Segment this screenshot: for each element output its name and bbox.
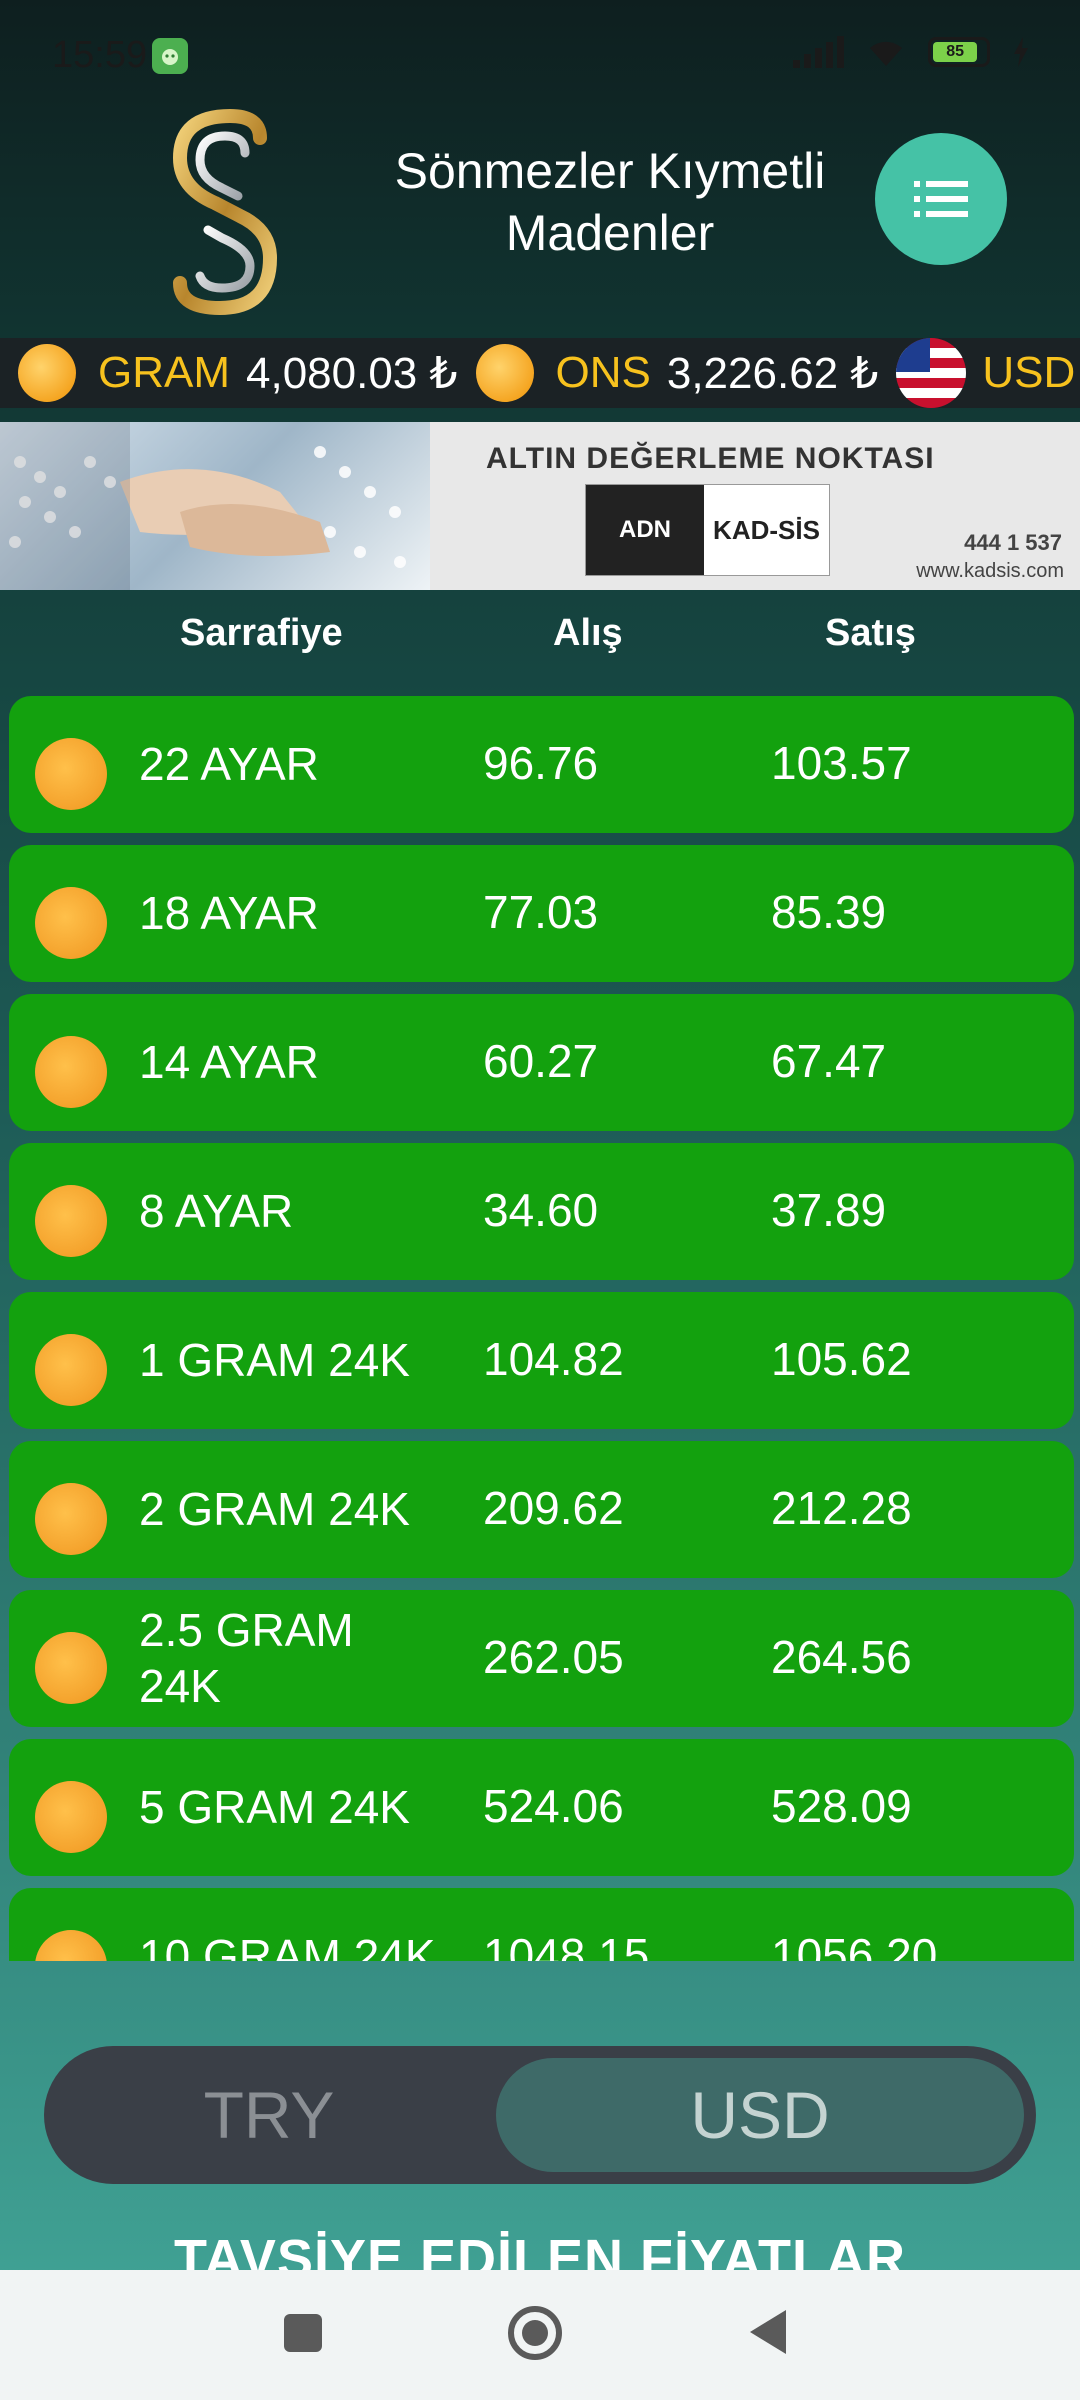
ticker-name: ONS — [555, 348, 651, 397]
currency-toggle[interactable]: TRY USD — [44, 2046, 1036, 2184]
battery-icon: 85 — [928, 37, 990, 67]
item-buy-price: 262.05 — [483, 1631, 624, 1683]
status-indicators: 85 — [793, 36, 1030, 68]
list-item[interactable]: 10 GRAM 24K 1048.15 1056.20 — [9, 1888, 1074, 1961]
list-item[interactable]: 18 AYAR 77.03 85.39 — [9, 845, 1074, 982]
coin-icon — [35, 1185, 107, 1257]
ticker-value: 3,226.62 ₺ — [666, 348, 879, 398]
list-icon — [914, 181, 968, 217]
item-buy-price: 209.62 — [483, 1482, 624, 1534]
item-sell-price: 212.28 — [771, 1482, 912, 1534]
column-header-sell: Satış — [825, 612, 916, 654]
banner-logo-kadsis: KAD-SİS — [713, 514, 820, 545]
banner-url: www.kadsis.com — [916, 560, 1064, 582]
item-sell-price: 103.57 — [771, 737, 912, 789]
system-nav-bar — [0, 2270, 1080, 2400]
ticker-item-gram: GRAM 4,080.03 ₺ — [18, 344, 458, 402]
list-item[interactable]: 5 GRAM 24K 524.06 528.09 — [9, 1739, 1074, 1876]
logo-icon — [172, 108, 278, 316]
coin-icon — [18, 344, 76, 402]
coin-icon — [35, 1781, 107, 1853]
banner-logo: ADN KAD-SİS — [585, 484, 830, 576]
coin-icon — [475, 344, 534, 402]
column-header-buy: Alış — [553, 612, 623, 654]
item-name: 1 GRAM 24K — [139, 1334, 410, 1386]
signal-icon — [793, 36, 844, 68]
item-name: 8 AYAR — [139, 1185, 294, 1237]
item-name: 10 GRAM 24K — [139, 1930, 436, 1961]
list-item[interactable]: 1 GRAM 24K 104.82 105.62 — [9, 1292, 1074, 1429]
battery-level: 85 — [933, 42, 978, 62]
item-sell-price: 85.39 — [771, 886, 887, 938]
item-sell-price: 105.62 — [771, 1333, 912, 1385]
column-header-name: Sarrafiye — [180, 612, 343, 654]
us-flag-icon — [896, 338, 967, 408]
notification-app-icon — [152, 38, 188, 74]
app-header: Sönmezler Kıymetli Madenler — [0, 100, 1080, 330]
ticker-item-ons: ONS 3,226.62 ₺ — [475, 344, 879, 402]
list-item[interactable]: 8 AYAR 34.60 37.89 — [9, 1143, 1074, 1280]
ad-banner[interactable]: ALTIN DEĞERLEME NOKTASI ADN KAD-SİS 444 … — [0, 422, 1080, 590]
coin-icon — [35, 1036, 107, 1108]
charging-icon — [1014, 37, 1028, 67]
wifi-icon — [870, 41, 902, 66]
home-button[interactable] — [508, 2306, 562, 2360]
app-title-line2: Madenler — [505, 205, 715, 261]
ticker-name: GRAM — [98, 348, 230, 397]
item-sell-price: 264.56 — [771, 1631, 912, 1683]
item-name: 14 AYAR — [139, 1036, 319, 1088]
item-sell-price: 67.47 — [771, 1035, 887, 1087]
banner-title: ALTIN DEĞERLEME NOKTASI — [486, 442, 935, 475]
list-item[interactable]: 2.5 GRAM 24K 262.05 264.56 — [9, 1590, 1074, 1727]
item-buy-price: 524.06 — [483, 1780, 624, 1832]
menu-button[interactable] — [875, 133, 1007, 265]
item-buy-price: 77.03 — [483, 886, 599, 938]
status-bar: 15:59 85 — [0, 0, 1080, 110]
table-header: Sarrafiye Alış Satış — [0, 612, 1080, 662]
currency-option-try[interactable]: TRY — [44, 2046, 494, 2184]
coin-icon — [35, 738, 107, 810]
coin-icon — [35, 1483, 107, 1555]
currency-option-usd[interactable]: USD — [496, 2058, 1024, 2172]
ticker-value: 4,080.03 ₺ — [246, 348, 458, 398]
item-buy-price: 60.27 — [483, 1035, 599, 1087]
list-item[interactable]: 22 AYAR 96.76 103.57 — [9, 696, 1074, 833]
banner-phone: 444 1 537 — [964, 530, 1062, 555]
item-name: 2 GRAM 24K — [139, 1483, 410, 1535]
coin-icon — [35, 887, 107, 959]
handshake-image — [0, 422, 430, 590]
item-sell-price: 1056.20 — [771, 1929, 938, 1961]
item-name: 2.5 GRAM 24K — [139, 1604, 354, 1712]
ticker-item-usd: USD — [896, 338, 1080, 408]
status-time: 15:59 — [52, 34, 148, 76]
price-list[interactable]: 22 AYAR 96.76 103.57 18 AYAR 77.03 85.39… — [9, 696, 1074, 1961]
item-sell-price: 37.89 — [771, 1184, 887, 1236]
item-buy-price: 1048.15 — [483, 1929, 650, 1961]
app-title-line1: Sönmezler Kıymetli — [394, 143, 826, 199]
back-button[interactable] — [750, 2310, 786, 2354]
ticker-name: USD — [982, 348, 1076, 397]
item-buy-price: 96.76 — [483, 737, 599, 789]
item-buy-price: 104.82 — [483, 1333, 624, 1385]
banner-logo-adn: ADN — [586, 485, 704, 575]
recents-button[interactable] — [284, 2314, 322, 2352]
price-ticker: GRAM 4,080.03 ₺ ONS 3,226.62 ₺ USD — [0, 338, 1080, 408]
home-icon — [522, 2320, 548, 2346]
item-name: 18 AYAR — [139, 887, 319, 939]
coin-icon — [35, 1334, 107, 1406]
item-buy-price: 34.60 — [483, 1184, 599, 1236]
app-title: Sönmezler Kıymetli Madenler — [360, 140, 860, 264]
coin-icon — [35, 1632, 107, 1704]
list-item[interactable]: 2 GRAM 24K 209.62 212.28 — [9, 1441, 1074, 1578]
list-item[interactable]: 14 AYAR 60.27 67.47 — [9, 994, 1074, 1131]
item-sell-price: 528.09 — [771, 1780, 912, 1832]
coin-icon — [35, 1930, 107, 1961]
item-name: 5 GRAM 24K — [139, 1781, 410, 1833]
item-name: 22 AYAR — [139, 738, 319, 790]
